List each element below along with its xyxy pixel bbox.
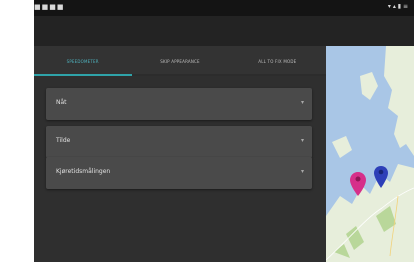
chevron-down-icon: ▾ bbox=[300, 137, 304, 144]
tab-2[interactable]: SKIP APPEARANCE bbox=[131, 46, 228, 76]
dropdown-field-2-label: Tilde bbox=[56, 137, 71, 144]
dropdown-field-3-label: Kjøretidsmålingen bbox=[56, 168, 111, 175]
chevron-down-icon: ▾ bbox=[300, 99, 304, 106]
tab-1[interactable]: SPEEDOMETER bbox=[34, 46, 131, 76]
map-view[interactable] bbox=[326, 46, 414, 262]
form-panel: Nåt ▾ Tilde ▾ Kjøretidsmålingen ▾ bbox=[34, 76, 326, 262]
chevron-down-icon: ▾ bbox=[300, 168, 304, 175]
dropdown-field-1[interactable]: Nåt ▾ bbox=[46, 88, 312, 120]
app-screen: ■■■■ ▾ ▴ ▮ ≡ SPEEDOMETER SKIP APPEARANCE… bbox=[34, 0, 414, 262]
status-icons-left: ■■■■ bbox=[34, 3, 65, 11]
dropdown-field-2[interactable]: Tilde ▾ bbox=[46, 126, 312, 158]
tab-bar: SPEEDOMETER SKIP APPEARANCE ALL TO FIX M… bbox=[34, 46, 326, 76]
status-bar: ■■■■ ▾ ▴ ▮ ≡ bbox=[34, 0, 414, 16]
status-icons-right: ▾ ▴ ▮ ≡ bbox=[387, 3, 408, 10]
tab-3[interactable]: ALL TO FIX MODE bbox=[229, 46, 326, 76]
dropdown-field-1-label: Nåt bbox=[56, 99, 67, 106]
map-canvas bbox=[326, 46, 414, 262]
dropdown-field-3[interactable]: Kjøretidsmålingen ▾ bbox=[46, 157, 312, 189]
app-bar bbox=[34, 16, 414, 46]
